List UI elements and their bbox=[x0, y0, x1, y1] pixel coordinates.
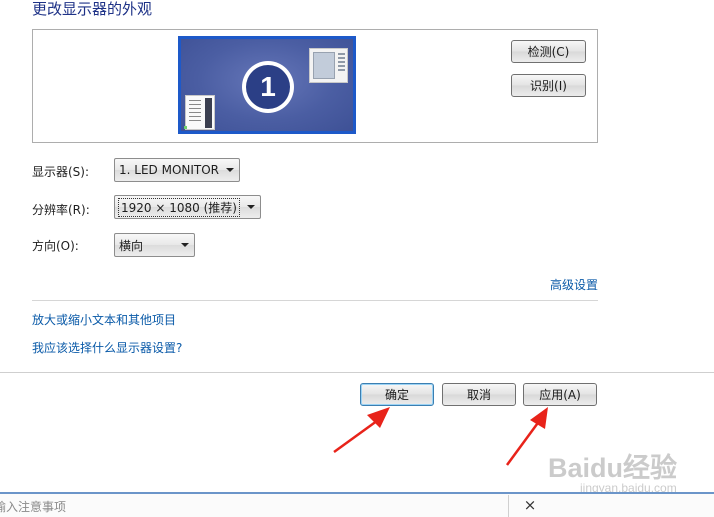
bottom-bar-separator bbox=[508, 495, 509, 517]
watermark-logo: Baidu经验 bbox=[548, 453, 678, 483]
watermark: Baidu经验 jingyan.baidu.com bbox=[548, 440, 708, 500]
arrow-to-apply-icon bbox=[505, 407, 548, 466]
close-icon[interactable]: × bbox=[522, 496, 538, 514]
notes-input[interactable]: 输入注意事项 bbox=[0, 495, 508, 517]
arrow-to-ok-icon bbox=[333, 407, 390, 454]
